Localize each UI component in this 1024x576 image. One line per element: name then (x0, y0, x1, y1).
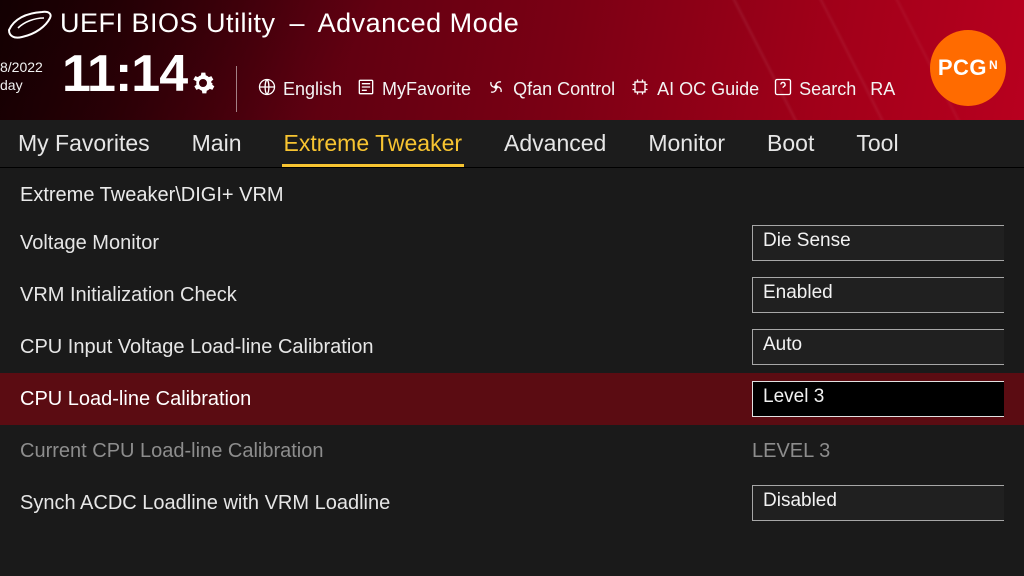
select-cpu-llc[interactable]: Level 3 (752, 381, 1004, 417)
label-synch-acdc: Synch ACDC Loadline with VRM Loadline (20, 492, 390, 515)
clock-time: 11:14 (62, 44, 187, 104)
tab-advanced[interactable]: Advanced (502, 122, 608, 167)
rog-logo-icon (6, 6, 54, 47)
label-vrm-init-check: VRM Initialization Check (20, 284, 237, 307)
search-button[interactable]: Search (773, 77, 856, 102)
tab-extreme-tweaker[interactable]: Extreme Tweaker (282, 122, 465, 167)
select-synch-acdc[interactable]: Disabled (752, 485, 1004, 521)
tab-my-favorites[interactable]: My Favorites (16, 122, 152, 167)
label-cpu-llc: CPU Load-line Calibration (20, 388, 251, 411)
row-synch-acdc: Synch ACDC Loadline with VRM Loadline Di… (0, 477, 1024, 529)
chip-icon (629, 77, 651, 102)
fan-icon (485, 77, 507, 102)
toolbar-separator (236, 66, 237, 112)
aioc-button[interactable]: AI OC Guide (629, 77, 759, 102)
label-cpu-input-llc: CPU Input Voltage Load-line Calibration (20, 336, 374, 359)
aura-label: RA (870, 79, 895, 100)
label-current-cpu-llc: Current CPU Load-line Calibration (20, 440, 323, 463)
row-current-cpu-llc: Current CPU Load-line Calibration LEVEL … (0, 425, 1024, 477)
value-current-cpu-llc: LEVEL 3 (752, 440, 1004, 463)
qfan-label: Qfan Control (513, 79, 615, 100)
tab-main[interactable]: Main (190, 122, 244, 167)
language-label: English (283, 79, 342, 100)
globe-icon (257, 77, 277, 102)
select-voltage-monitor[interactable]: Die Sense (752, 225, 1004, 261)
title-separator: – (290, 8, 306, 38)
row-cpu-input-llc: CPU Input Voltage Load-line Calibration … (0, 321, 1024, 373)
main-tabs: My Favorites Main Extreme Tweaker Advanc… (0, 120, 1024, 168)
badge-text: PCG (938, 55, 987, 81)
pcgn-badge: PCGN (930, 30, 1006, 106)
tab-boot[interactable]: Boot (765, 122, 816, 167)
date-block: 8/2022 day (0, 58, 43, 94)
search-label: Search (799, 79, 856, 100)
aioc-label: AI OC Guide (657, 79, 759, 100)
row-vrm-init-check: VRM Initialization Check Enabled (0, 269, 1024, 321)
row-voltage-monitor: Voltage Monitor Die Sense (0, 217, 1024, 269)
bios-title: UEFI BIOS Utility – Advanced Mode (60, 8, 519, 39)
language-button[interactable]: English (257, 77, 342, 102)
tab-tool[interactable]: Tool (854, 122, 900, 167)
favorite-icon (356, 77, 376, 102)
select-cpu-input-llc[interactable]: Auto (752, 329, 1004, 365)
select-vrm-init-check[interactable]: Enabled (752, 277, 1004, 313)
breadcrumb: Extreme Tweaker\DIGI+ VRM (0, 168, 1024, 217)
day-text: day (0, 76, 43, 94)
qfan-button[interactable]: Qfan Control (485, 77, 615, 102)
clock: 11:14 (62, 44, 215, 108)
aura-button[interactable]: RA (870, 79, 895, 100)
title-left: UEFI BIOS Utility (60, 8, 276, 38)
tab-monitor[interactable]: Monitor (646, 122, 727, 167)
gear-icon[interactable] (191, 48, 215, 108)
bios-toolbar: English MyFavorite Qfan Control AI OC Gu… (236, 66, 1014, 112)
label-voltage-monitor: Voltage Monitor (20, 232, 159, 255)
help-icon (773, 77, 793, 102)
bios-header: UEFI BIOS Utility – Advanced Mode 8/2022… (0, 0, 1024, 120)
title-right: Advanced Mode (318, 8, 520, 38)
date-text: 8/2022 (0, 58, 43, 76)
myfavorite-label: MyFavorite (382, 79, 471, 100)
badge-sup: N (989, 58, 998, 72)
settings-panel: Extreme Tweaker\DIGI+ VRM Voltage Monito… (0, 168, 1024, 529)
myfavorite-button[interactable]: MyFavorite (356, 77, 471, 102)
row-cpu-llc[interactable]: CPU Load-line Calibration Level 3 (0, 373, 1024, 425)
